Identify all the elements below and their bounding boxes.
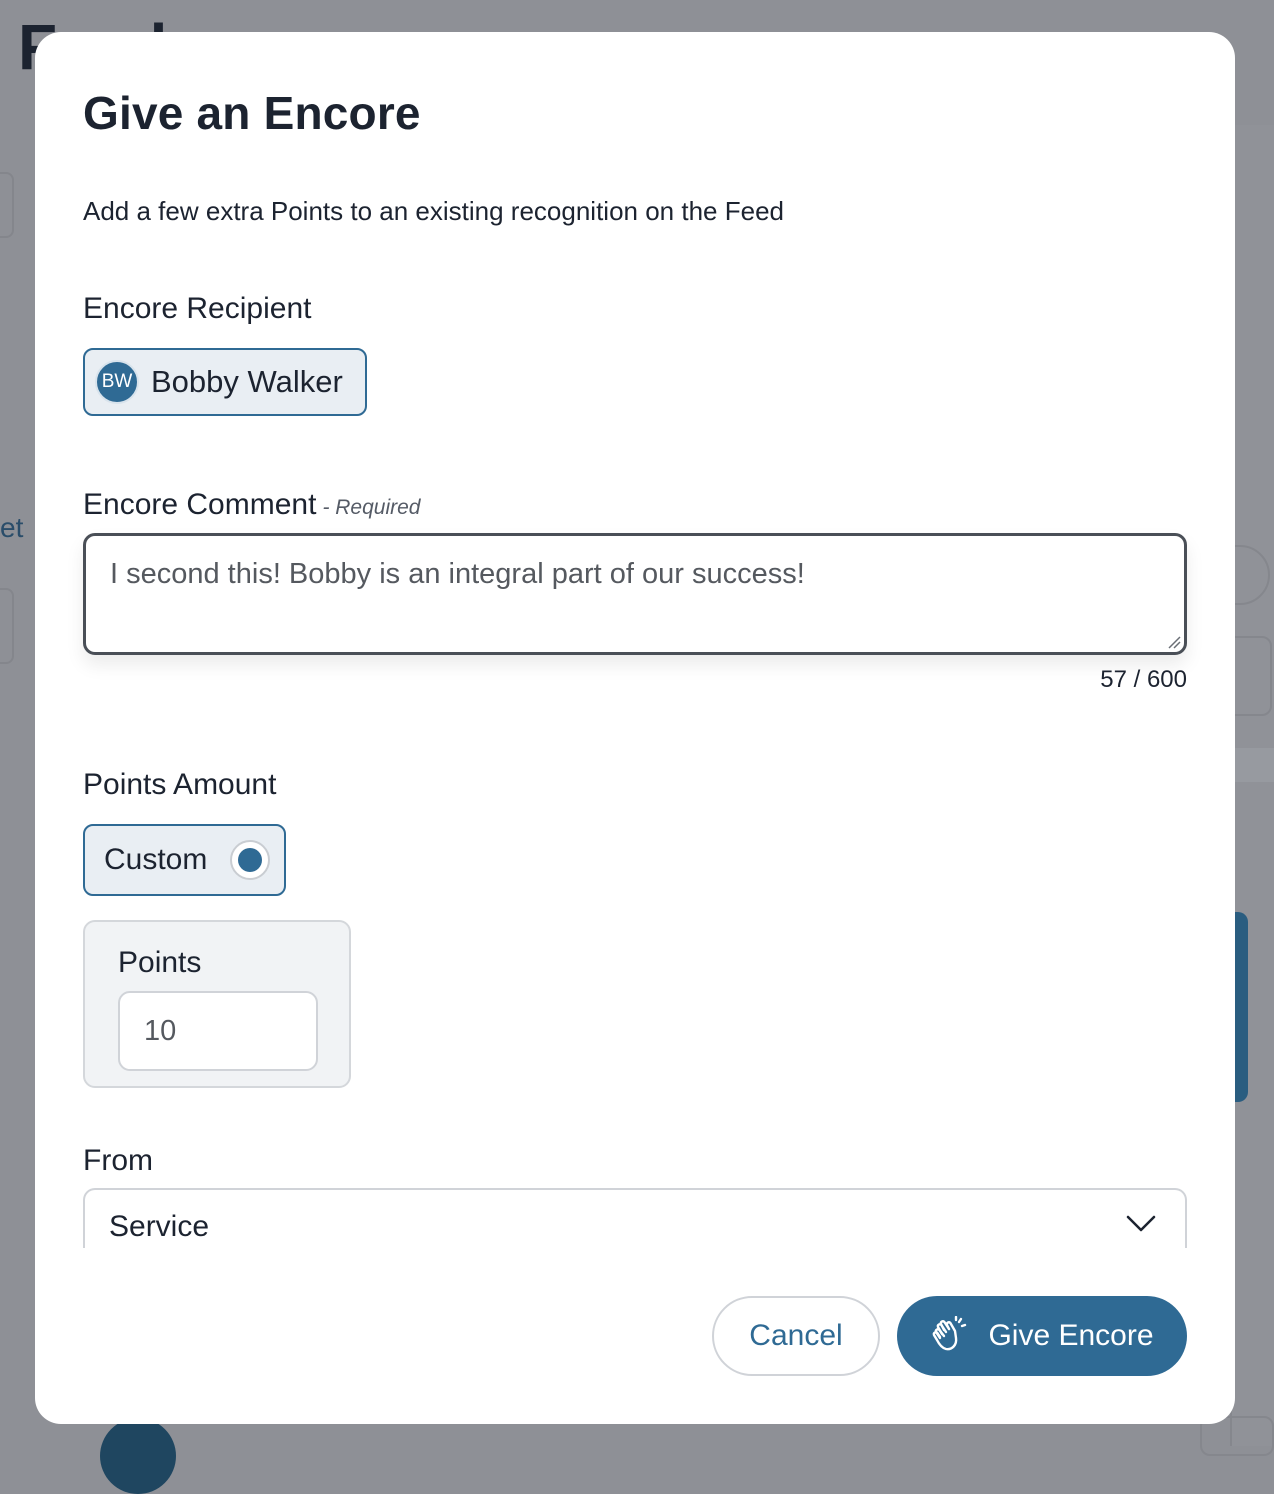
points-panel: Points 10 (83, 920, 351, 1088)
chevron-down-icon (1125, 1214, 1157, 1234)
custom-option-label: Custom (104, 843, 207, 877)
custom-radio-button[interactable] (230, 840, 270, 880)
background-field (0, 172, 14, 238)
background-strip (1230, 748, 1274, 782)
modal-subtitle: Add a few extra Points to an existing re… (83, 196, 784, 227)
give-encore-button[interactable]: Give Encore (897, 1296, 1187, 1376)
points-input[interactable]: 10 (118, 991, 318, 1071)
background-right-panel (1230, 125, 1274, 1446)
comment-label: Encore Comment (83, 488, 316, 521)
recipient-name: Bobby Walker (151, 364, 343, 400)
points-amount-label: Points Amount (83, 768, 276, 802)
avatar: BW (95, 360, 139, 404)
give-encore-modal: Give an Encore Add a few extra Points to… (35, 32, 1235, 1424)
points-label: Points (118, 946, 201, 980)
resize-handle-icon[interactable] (1165, 633, 1181, 649)
recipient-label: Encore Recipient (83, 292, 311, 326)
background-field (0, 588, 14, 664)
background-link-fragment: et (0, 512, 23, 544)
clapping-hands-icon (930, 1316, 970, 1356)
modal-title: Give an Encore (83, 86, 421, 140)
background-avatar (100, 1418, 176, 1494)
required-tag: - Required (322, 496, 420, 519)
from-label: From (83, 1144, 153, 1178)
comment-textarea[interactable]: I second this! Bobby is an integral part… (83, 533, 1187, 655)
character-count: 57 / 600 (1100, 666, 1187, 694)
give-encore-label: Give Encore (988, 1319, 1153, 1353)
from-selected-value: Service (109, 1210, 209, 1243)
radio-selected-dot (238, 848, 262, 872)
from-select[interactable]: Service (83, 1188, 1187, 1248)
comment-label-row: Encore Comment - Required (83, 488, 421, 522)
comment-text: I second this! Bobby is an integral part… (110, 558, 805, 590)
cancel-button[interactable]: Cancel (712, 1296, 880, 1376)
recipient-chip[interactable]: BW Bobby Walker (83, 348, 367, 416)
custom-points-option[interactable]: Custom (83, 824, 286, 896)
